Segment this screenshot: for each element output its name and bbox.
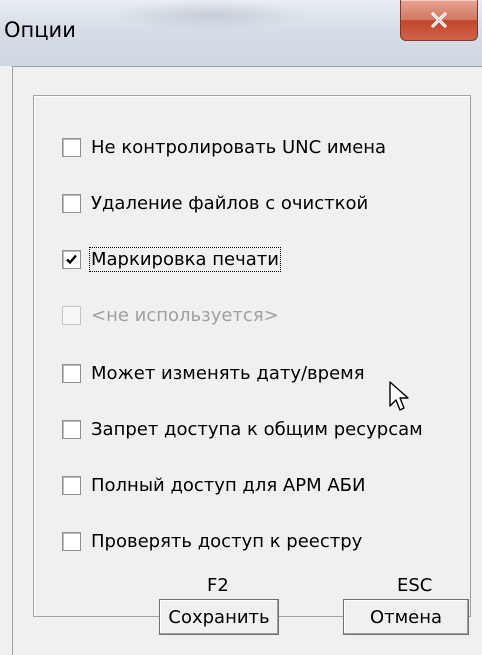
checkbox-secure-delete[interactable] bbox=[62, 193, 81, 213]
option-unused: <не используется> bbox=[62, 300, 279, 330]
option-label: Не контролировать UNC имена bbox=[91, 136, 387, 158]
option-label: Может изменять дату/время bbox=[91, 362, 365, 384]
close-button[interactable] bbox=[400, 0, 478, 41]
option-unc-names[interactable]: Не контролировать UNC имена bbox=[62, 132, 386, 162]
option-deny-shared[interactable]: Запрет доступа к общим ресурсам bbox=[62, 414, 423, 444]
option-change-datetime[interactable]: Может изменять дату/время bbox=[62, 358, 365, 388]
option-label: Полный доступ для АРМ АБИ bbox=[91, 474, 366, 496]
option-check-registry[interactable]: Проверять доступ к реестру bbox=[62, 526, 362, 556]
close-icon bbox=[429, 11, 449, 29]
checkbox-check-registry[interactable] bbox=[62, 531, 81, 551]
title-bar[interactable]: Опции bbox=[0, 0, 482, 66]
option-secure-delete[interactable]: Удаление файлов с очисткой bbox=[62, 188, 368, 218]
checkbox-print-marking[interactable] bbox=[62, 249, 81, 269]
option-label: Удаление файлов с очисткой bbox=[91, 192, 369, 214]
window-title: Опции bbox=[4, 18, 76, 42]
checkbox-unc-names[interactable] bbox=[62, 137, 81, 157]
dialog-client-area: Не контролировать UNC имена Удаление фай… bbox=[12, 66, 482, 655]
checkbox-full-access-arm[interactable] bbox=[62, 475, 81, 495]
cancel-button[interactable]: Отмена bbox=[343, 599, 469, 635]
checkbox-unused bbox=[62, 305, 81, 325]
checkbox-change-datetime[interactable] bbox=[62, 363, 81, 383]
titlebar-glass-effect bbox=[110, 0, 310, 30]
cancel-hotkey-label: ESC bbox=[397, 575, 433, 596]
options-dialog: Опции Не контролировать UNC имена Удален… bbox=[0, 0, 482, 655]
option-label: Маркировка печати bbox=[89, 246, 281, 272]
option-full-access-arm[interactable]: Полный доступ для АРМ АБИ bbox=[62, 470, 365, 500]
mouse-pointer-icon bbox=[388, 380, 414, 418]
options-group: Не контролировать UNC имена Удаление фай… bbox=[33, 95, 471, 617]
save-hotkey-label: F2 bbox=[207, 575, 229, 596]
option-label: <не используется> bbox=[91, 304, 279, 326]
save-button[interactable]: Сохранить bbox=[159, 599, 279, 635]
option-print-marking[interactable]: Маркировка печати bbox=[62, 244, 281, 274]
option-label: Запрет доступа к общим ресурсам bbox=[91, 418, 423, 440]
option-label: Проверять доступ к реестру bbox=[91, 530, 363, 552]
checkmark-icon bbox=[66, 254, 77, 264]
checkbox-deny-shared[interactable] bbox=[62, 419, 81, 439]
